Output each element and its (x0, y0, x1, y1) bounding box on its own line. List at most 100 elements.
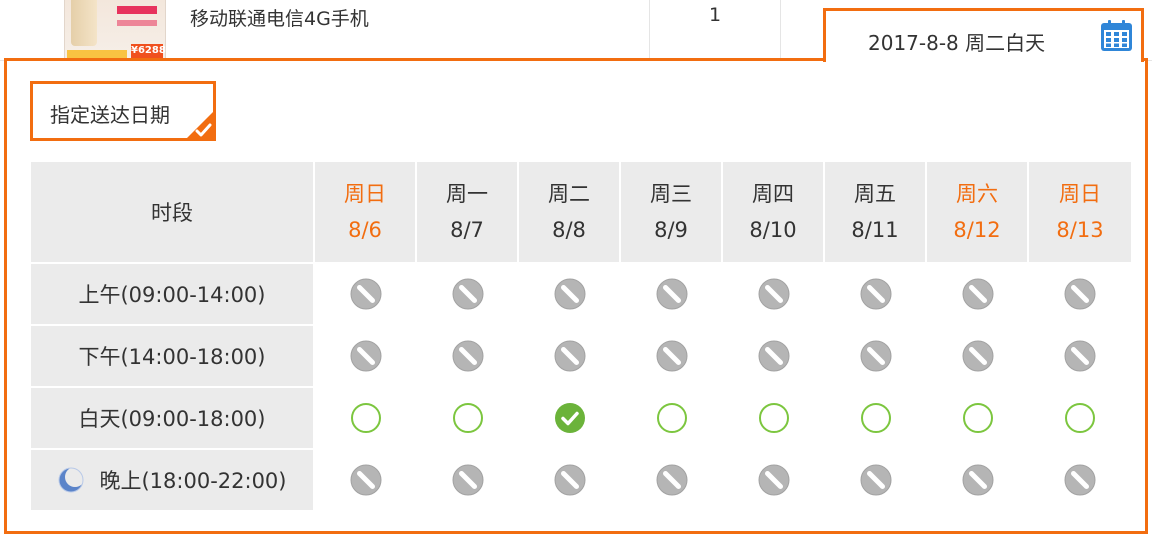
delivery-mode-label: 指定送达日期 (50, 103, 170, 127)
slot-option-cell (621, 262, 723, 324)
available-radio-icon[interactable] (451, 401, 485, 435)
slot-option-cell (927, 262, 1029, 324)
unavailable-icon (962, 278, 994, 310)
slot-option-cell (417, 324, 519, 386)
moon-icon (58, 467, 86, 493)
available-radio-icon[interactable] (757, 401, 791, 435)
unavailable-icon (452, 464, 484, 496)
slot-option-cell (723, 262, 825, 324)
time-slot-row: 下午(14:00-18:00) (31, 324, 1131, 386)
delivery-date-selector[interactable]: 2017-8-8 周二白天 (823, 8, 1144, 62)
unavailable-icon (656, 278, 688, 310)
day-header: 周一 8/7 (417, 162, 519, 262)
unavailable-icon (350, 340, 382, 372)
day-header: 周六 8/12 (927, 162, 1029, 262)
unavailable-icon (554, 464, 586, 496)
available-radio-icon[interactable] (1063, 401, 1097, 435)
slot-option-cell[interactable] (315, 386, 417, 448)
time-slot-label: 白天(09:00-18:00) (78, 407, 266, 431)
slot-option-cell (1029, 262, 1131, 324)
day-weekday: 周五 (854, 182, 896, 206)
time-slot-header: 时段 (31, 162, 315, 262)
phone-image (71, 0, 97, 46)
unavailable-icon (860, 464, 892, 496)
unavailable-icon (656, 340, 688, 372)
selected-checkmark-icon (186, 111, 214, 139)
day-date: 8/11 (851, 218, 899, 242)
slot-option-cell[interactable] (825, 386, 927, 448)
time-slot-label-cell: 上午(09:00-14:00) (31, 262, 315, 324)
unavailable-icon (350, 464, 382, 496)
product-name[interactable]: 移动联通电信4G手机 (190, 4, 369, 31)
selected-check-icon[interactable] (553, 401, 587, 435)
day-date: 8/12 (953, 218, 1001, 242)
day-weekday: 周日 (344, 182, 386, 206)
unavailable-icon (860, 340, 892, 372)
promo-badge (67, 50, 127, 58)
time-slot-label-cell: 下午(14:00-18:00) (31, 324, 315, 386)
slot-option-cell (417, 262, 519, 324)
slot-option-cell (519, 324, 621, 386)
thumbnail-price: ¥6288 (131, 44, 166, 58)
unavailable-icon (758, 464, 790, 496)
day-weekday: 周三 (650, 182, 692, 206)
day-header: 周二 8/8 (519, 162, 621, 262)
promo-tag-secondary (117, 20, 157, 26)
day-date: 8/8 (552, 218, 586, 242)
column-divider (780, 0, 781, 60)
day-header: 周三 8/9 (621, 162, 723, 262)
slot-option-cell (927, 324, 1029, 386)
slot-option-cell (621, 448, 723, 510)
unavailable-icon (860, 278, 892, 310)
schedule-header-row: 时段 周日 8/6 周一 8/7 周二 8/8 周三 8/9 周四 8/10 周五 8/11… (31, 162, 1131, 262)
day-weekday: 周日 (1059, 182, 1101, 206)
unavailable-icon (962, 464, 994, 496)
calendar-icon[interactable] (1100, 20, 1133, 52)
slot-option-cell[interactable] (723, 386, 825, 448)
slot-option-cell (825, 262, 927, 324)
slot-option-cell (723, 448, 825, 510)
time-slot-row: 上午(09:00-14:00) (31, 262, 1131, 324)
slot-option-cell[interactable] (927, 386, 1029, 448)
time-slot-row: 白天(09:00-18:00) (31, 386, 1131, 448)
slot-option-cell (519, 448, 621, 510)
slot-option-cell (621, 324, 723, 386)
unavailable-icon (350, 278, 382, 310)
unavailable-icon (656, 464, 688, 496)
slot-option-cell (1029, 448, 1131, 510)
slot-option-cell (315, 448, 417, 510)
available-radio-icon[interactable] (655, 401, 689, 435)
day-date: 8/13 (1056, 218, 1104, 242)
slot-option-cell (417, 448, 519, 510)
product-thumbnail[interactable]: ¥6288 (64, 0, 166, 61)
time-slot-label-cell: 晚上(18:00-22:00) (31, 448, 315, 510)
unavailable-icon (554, 340, 586, 372)
delivery-schedule-table: 时段 周日 8/6 周一 8/7 周二 8/8 周三 8/9 周四 8/10 周五 8/11… (31, 162, 1131, 510)
slot-option-cell (315, 324, 417, 386)
day-date: 8/9 (654, 218, 688, 242)
unavailable-icon (554, 278, 586, 310)
slot-option-cell (723, 324, 825, 386)
product-quantity: 1 (708, 4, 722, 26)
slot-option-cell (927, 448, 1029, 510)
day-weekday: 周六 (956, 182, 998, 206)
unavailable-icon (758, 278, 790, 310)
delivery-time-popup: 指定送达日期 时段 周日 8/6 周一 8/7 周二 8/8 周三 8/9 周四 8/10… (4, 58, 1148, 534)
slot-option-cell[interactable] (519, 386, 621, 448)
slot-option-cell[interactable] (1029, 386, 1131, 448)
unavailable-icon (962, 340, 994, 372)
day-header: 周日 8/6 (315, 162, 417, 262)
specify-delivery-date-option[interactable]: 指定送达日期 (30, 81, 216, 141)
available-radio-icon[interactable] (859, 401, 893, 435)
available-radio-icon[interactable] (349, 401, 383, 435)
available-radio-icon[interactable] (961, 401, 995, 435)
slot-option-cell (825, 324, 927, 386)
time-slot-row: 晚上(18:00-22:00) (31, 448, 1131, 510)
day-header: 周五 8/11 (825, 162, 927, 262)
slot-option-cell[interactable] (417, 386, 519, 448)
day-header: 周日 8/13 (1029, 162, 1131, 262)
day-date: 8/10 (749, 218, 797, 242)
slot-option-cell[interactable] (621, 386, 723, 448)
unavailable-icon (1064, 340, 1096, 372)
slot-option-cell (315, 262, 417, 324)
